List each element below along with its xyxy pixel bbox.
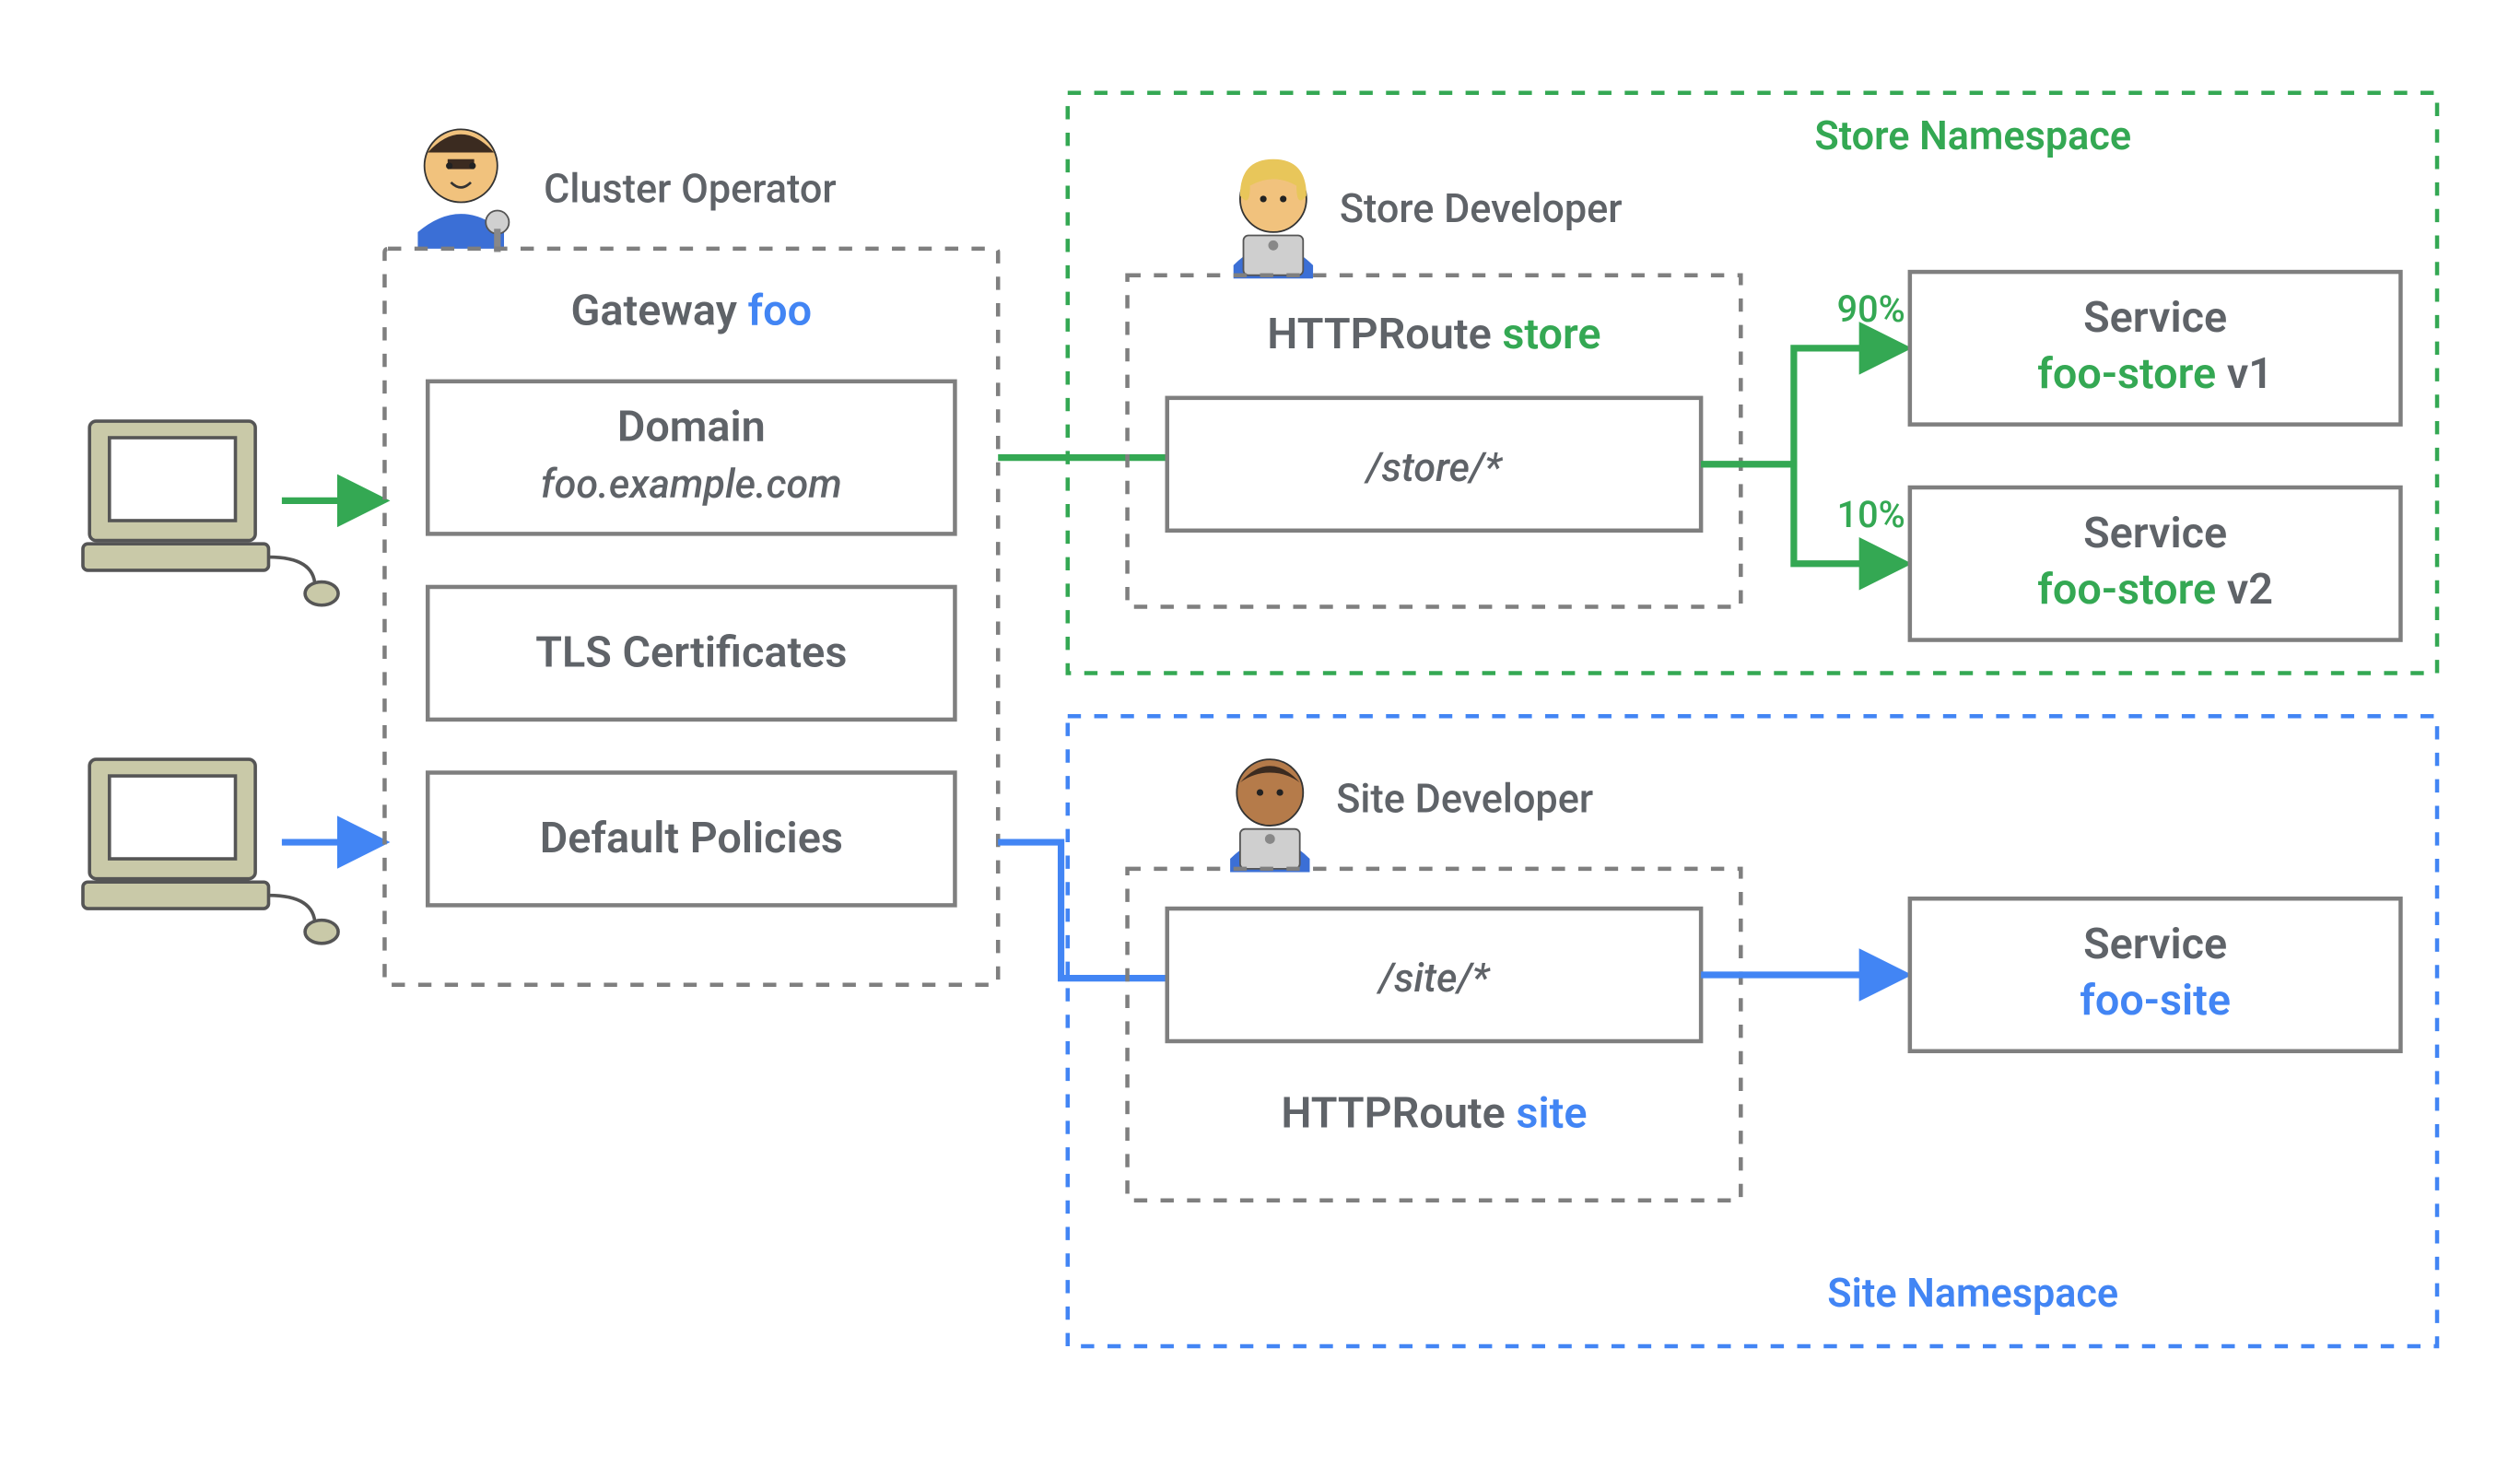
store-service-v2-name: foo-store v2: [2037, 565, 2273, 615]
gateway-tls-label: TLS Certificates: [535, 627, 847, 677]
store-namespace-label: Store Namespace: [1814, 112, 2131, 159]
store-developer-persona: [1234, 159, 1313, 279]
site-namespace-label: Site Namespace: [1827, 1270, 2118, 1317]
arrow-store-v1: [1701, 348, 1904, 464]
store-service-v1-label: Service: [2083, 293, 2227, 343]
store-service-v2-label: Service: [2083, 509, 2227, 558]
site-service-label: Service: [2083, 920, 2227, 969]
site-developer-persona: [1230, 759, 1309, 872]
gateway-domain-value: foo.example.com: [541, 461, 842, 508]
client-computer-top: [83, 421, 338, 605]
cluster-operator-label: Cluster Operator: [544, 166, 836, 213]
site-route-match: /site/*: [1376, 955, 1490, 1002]
store-route-title: HTTPRoute store: [1267, 310, 1600, 359]
store-developer-label: Store Developer: [1340, 185, 1623, 232]
store-service-v1-name: foo-store v1: [2037, 349, 2273, 399]
cluster-operator-persona: [417, 129, 509, 252]
gateway-title: Gateway foo: [571, 287, 813, 336]
site-route-title: HTTPRoute site: [1281, 1089, 1587, 1139]
architecture-diagram: Cluster Operator Gateway foo Domain foo.…: [0, 0, 2520, 1466]
gateway-policies-label: Default Policies: [540, 814, 843, 863]
client-computer-bottom: [83, 759, 338, 944]
store-route-match: /store/*: [1364, 444, 1503, 491]
store-weight-90: 90%: [1837, 287, 1905, 331]
gateway-domain-label: Domain: [617, 403, 766, 452]
site-developer-label: Site Developer: [1336, 776, 1593, 823]
site-service-name: foo-site: [2080, 976, 2231, 1026]
store-weight-10: 10%: [1837, 493, 1905, 536]
